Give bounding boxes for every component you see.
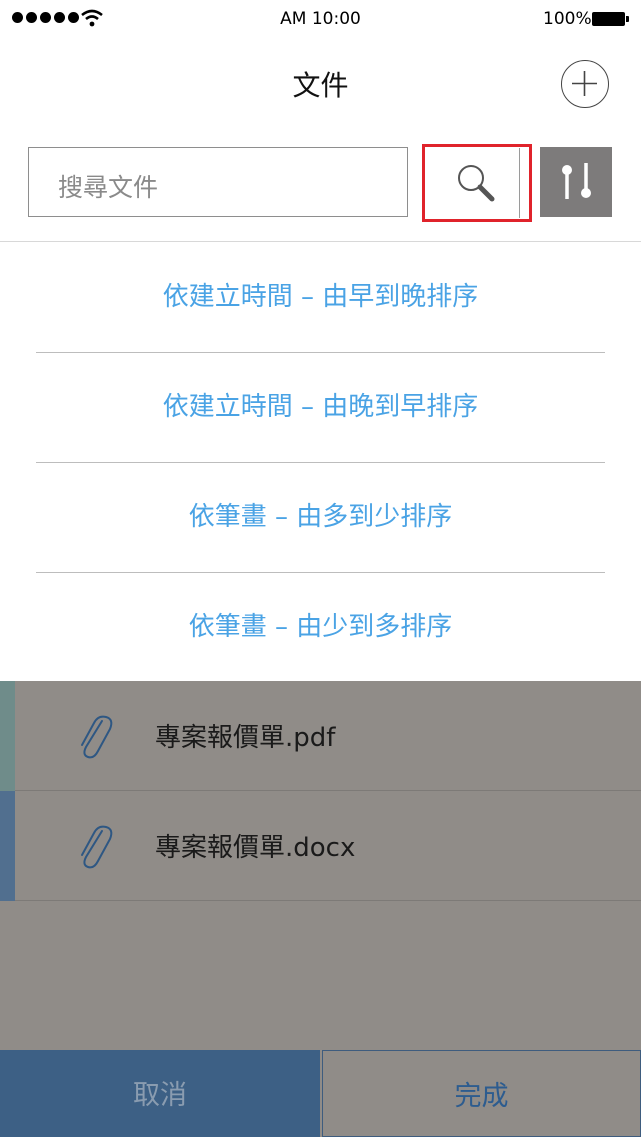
file-accent-bar bbox=[0, 791, 15, 901]
file-row[interactable]: 專案報價單.pdf bbox=[0, 681, 641, 791]
search-button-edge bbox=[519, 148, 520, 218]
sort-menu: 依建立時間 – 由早到晚排序 依建立時間 – 由晚到早排序 依筆畫 – 由多到少… bbox=[0, 241, 641, 681]
sort-option-strokes-desc[interactable]: 依筆畫 – 由多到少排序 bbox=[0, 462, 641, 572]
filter-sliders-icon bbox=[562, 163, 591, 199]
battery-icon bbox=[592, 12, 625, 26]
sort-option-created-asc[interactable]: 依建立時間 – 由早到晚排序 bbox=[0, 242, 641, 352]
sort-option-strokes-asc[interactable]: 依筆畫 – 由少到多排序 bbox=[0, 572, 641, 682]
paperclip-icon bbox=[81, 825, 113, 869]
search-button[interactable] bbox=[422, 144, 532, 222]
paperclip-icon bbox=[81, 715, 113, 759]
battery-percent: 100% bbox=[543, 9, 592, 29]
cancel-button[interactable]: 取消 bbox=[0, 1050, 320, 1137]
search-icon bbox=[458, 165, 495, 202]
file-accent-bar bbox=[0, 681, 15, 791]
file-name: 專案報價單.pdf bbox=[155, 723, 336, 753]
filter-button[interactable] bbox=[540, 147, 612, 217]
status-bar: AM 10:00 100% bbox=[0, 0, 641, 40]
add-button[interactable] bbox=[561, 60, 609, 108]
file-row[interactable]: 專案報價單.docx bbox=[0, 791, 641, 901]
battery-tip bbox=[626, 16, 629, 22]
plus-circle-icon bbox=[572, 71, 597, 96]
done-button[interactable]: 完成 bbox=[322, 1050, 641, 1137]
page-title: 文件 bbox=[292, 69, 349, 102]
search-placeholder: 搜尋文件 bbox=[58, 173, 159, 202]
sort-option-created-desc[interactable]: 依建立時間 – 由晚到早排序 bbox=[0, 352, 641, 462]
file-name: 專案報價單.docx bbox=[155, 833, 356, 863]
